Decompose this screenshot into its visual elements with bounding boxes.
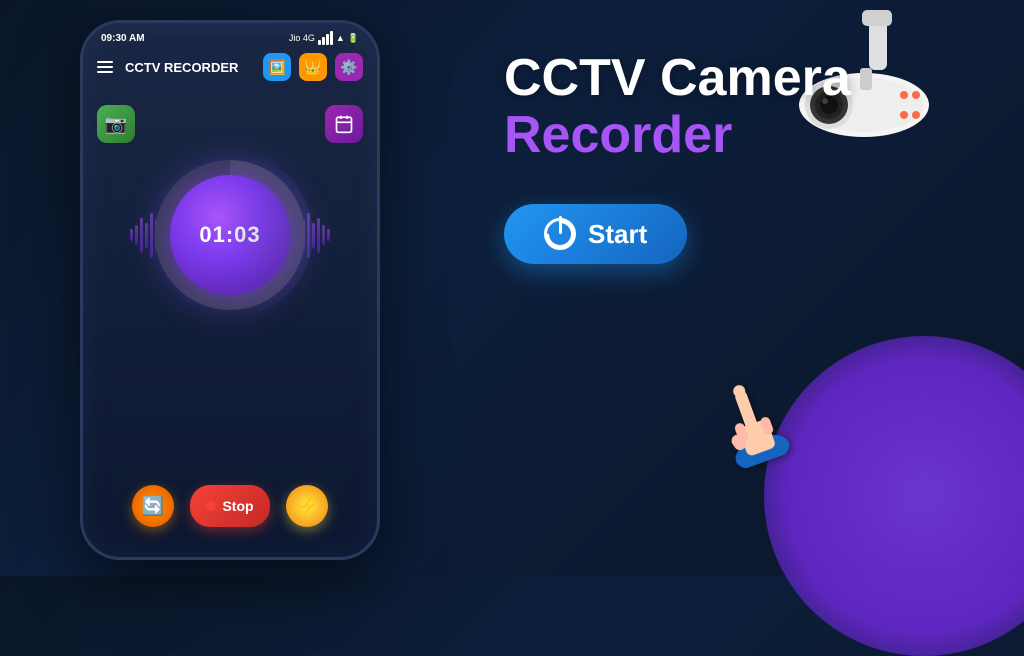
- crown-icon[interactable]: 👑: [299, 53, 327, 81]
- status-time: 09:30 AM: [101, 33, 145, 44]
- timer-display: 01:03: [155, 160, 305, 310]
- phone-mockup: 09:30 AM Jio 4G ▲ 🔋 CCTV RECORDER 🖼️ 👑: [60, 20, 400, 580]
- stop-label: Stop: [222, 498, 253, 514]
- recording-indicator: [206, 501, 216, 511]
- start-label: Start: [588, 219, 647, 250]
- schedule-button[interactable]: [325, 105, 363, 143]
- signal-icon: [318, 31, 333, 45]
- camera-toggle-button[interactable]: 📷: [97, 105, 135, 143]
- app-title-line2: Recorder: [504, 107, 984, 164]
- gallery-icon[interactable]: 🖼️: [263, 53, 291, 81]
- start-button[interactable]: Start: [504, 204, 687, 264]
- wifi-icon: ▲: [336, 33, 345, 43]
- hand-cursor-illustration: [702, 368, 786, 464]
- phone-screen: 09:30 AM Jio 4G ▲ 🔋 CCTV RECORDER 🖼️ 👑: [80, 20, 380, 560]
- recording-controls: 🔄 Stop ⚡: [132, 485, 328, 527]
- power-icon: [544, 218, 576, 250]
- status-right: Jio 4G ▲ 🔋: [289, 31, 359, 45]
- background-blob: [764, 336, 1024, 656]
- app-toolbar: CCTV RECORDER 🖼️ 👑 ⚙️: [83, 47, 377, 87]
- status-bar: 09:30 AM Jio 4G ▲ 🔋: [83, 23, 377, 49]
- settings-icon[interactable]: ⚙️: [335, 53, 363, 81]
- stop-button[interactable]: Stop: [190, 485, 270, 527]
- flash-button[interactable]: ⚡: [286, 485, 328, 527]
- toolbar-title: CCTV RECORDER: [125, 60, 255, 75]
- app-title-line1: CCTV Camera: [504, 50, 984, 107]
- menu-icon[interactable]: [97, 61, 113, 73]
- right-panel: CCTV Camera Recorder Start: [504, 50, 984, 264]
- carrier-text: Jio 4G: [289, 33, 315, 43]
- flip-camera-button[interactable]: 🔄: [132, 485, 174, 527]
- phone-content: 📷: [83, 95, 377, 557]
- timer-value: 01:03: [199, 222, 260, 248]
- battery-icon: 🔋: [348, 33, 359, 44]
